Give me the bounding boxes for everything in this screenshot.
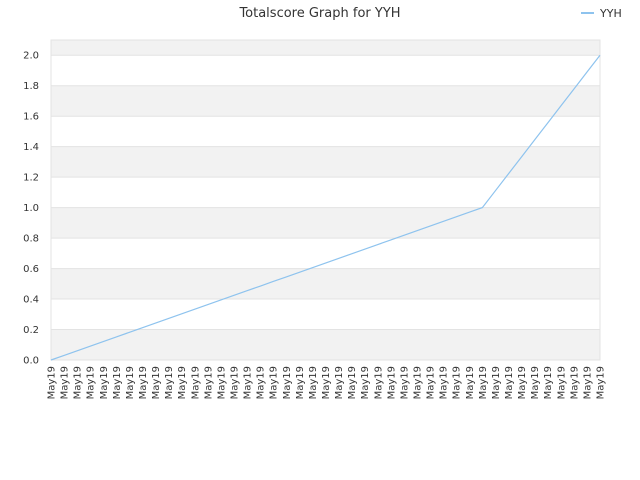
x-axis-tick-labels: May19 May19 May19 May19 May19 May19 May19 May19… [47,366,607,399]
x-tick-label: May19 [125,366,136,399]
y-tick-label: 2.0 [23,51,39,62]
line-chart: 0.00.20.40.60.81.01.21.41.61.82.0 May19 M… [23,6,622,399]
plot-band [51,299,600,330]
x-tick-label: May19 [478,366,489,399]
x-tick-label: May19 [138,366,149,399]
x-tick-label: May19 [530,366,541,399]
x-tick-label: May19 [504,366,515,399]
plot-background-bands [51,40,600,360]
plot-band [51,116,600,147]
x-tick-label: May19 [426,366,437,399]
x-tick-label: May19 [308,366,319,399]
x-tick-label: May19 [373,366,384,399]
plot-band [51,268,600,300]
plot-band [51,207,600,239]
x-tick-label: May19 [596,366,607,399]
x-tick-label: May19 [216,366,227,399]
x-tick-label: May19 [269,366,280,399]
x-tick-label: May19 [569,366,580,399]
x-tick-label: May19 [452,366,463,399]
x-tick-label: May19 [60,366,71,399]
y-tick-label: 0.2 [23,325,39,336]
y-tick-label: 0.8 [23,234,39,245]
x-tick-label: May19 [256,366,267,399]
plot-band [51,329,600,360]
plot-band [51,55,600,86]
x-tick-label: May19 [413,366,424,399]
plot-band [51,40,600,56]
x-tick-label: May19 [334,366,345,399]
plot-band [51,238,600,269]
x-tick-label: May19 [203,366,214,399]
x-tick-label: May19 [360,366,371,399]
x-tick-label: May19 [86,366,97,399]
y-tick-label: 0.0 [23,356,39,367]
y-axis-tick-labels: 0.0 0.2 0.4 0.6 0.8 1.0 1.2 1.4 1.6 1.8 2.0 [23,51,39,367]
x-tick-label: May19 [112,366,123,399]
y-tick-label: 1.8 [23,81,39,92]
chart-title: Totalscore Graph for YYH [238,6,400,21]
x-tick-label: May19 [321,366,332,399]
plot-band [51,85,600,117]
x-tick-label: May19 [47,366,58,399]
y-tick-label: 0.4 [23,295,39,306]
x-tick-label: May19 [465,366,476,399]
x-tick-label: May19 [151,366,162,399]
y-tick-label: 1.2 [23,173,39,184]
x-tick-label: May19 [517,366,528,399]
x-tick-label: May19 [386,366,397,399]
x-tick-label: May19 [347,366,358,399]
x-tick-label: May19 [582,366,593,399]
x-tick-label: May19 [439,366,450,399]
y-tick-label: 1.6 [23,112,39,123]
y-tick-label: 1.0 [23,203,39,214]
plot-band [51,177,600,208]
legend-label-yyh: YYH [599,7,622,20]
x-tick-label: May19 [295,366,306,399]
legend: YYH [581,7,622,20]
x-tick-label: May19 [99,366,110,399]
x-tick-label: May19 [73,366,84,399]
y-tick-label: 0.6 [23,264,39,275]
x-tick-label: May19 [399,366,410,399]
x-tick-label: May19 [190,366,201,399]
x-tick-label: May19 [282,366,293,399]
x-tick-label: May19 [230,366,241,399]
x-tick-label: May19 [491,366,502,399]
x-tick-label: May19 [177,366,188,399]
y-tick-label: 1.4 [23,142,39,153]
x-tick-label: May19 [164,366,175,399]
x-tick-label: May19 [543,366,554,399]
x-tick-label: May19 [556,366,567,399]
x-tick-label: May19 [243,366,254,399]
